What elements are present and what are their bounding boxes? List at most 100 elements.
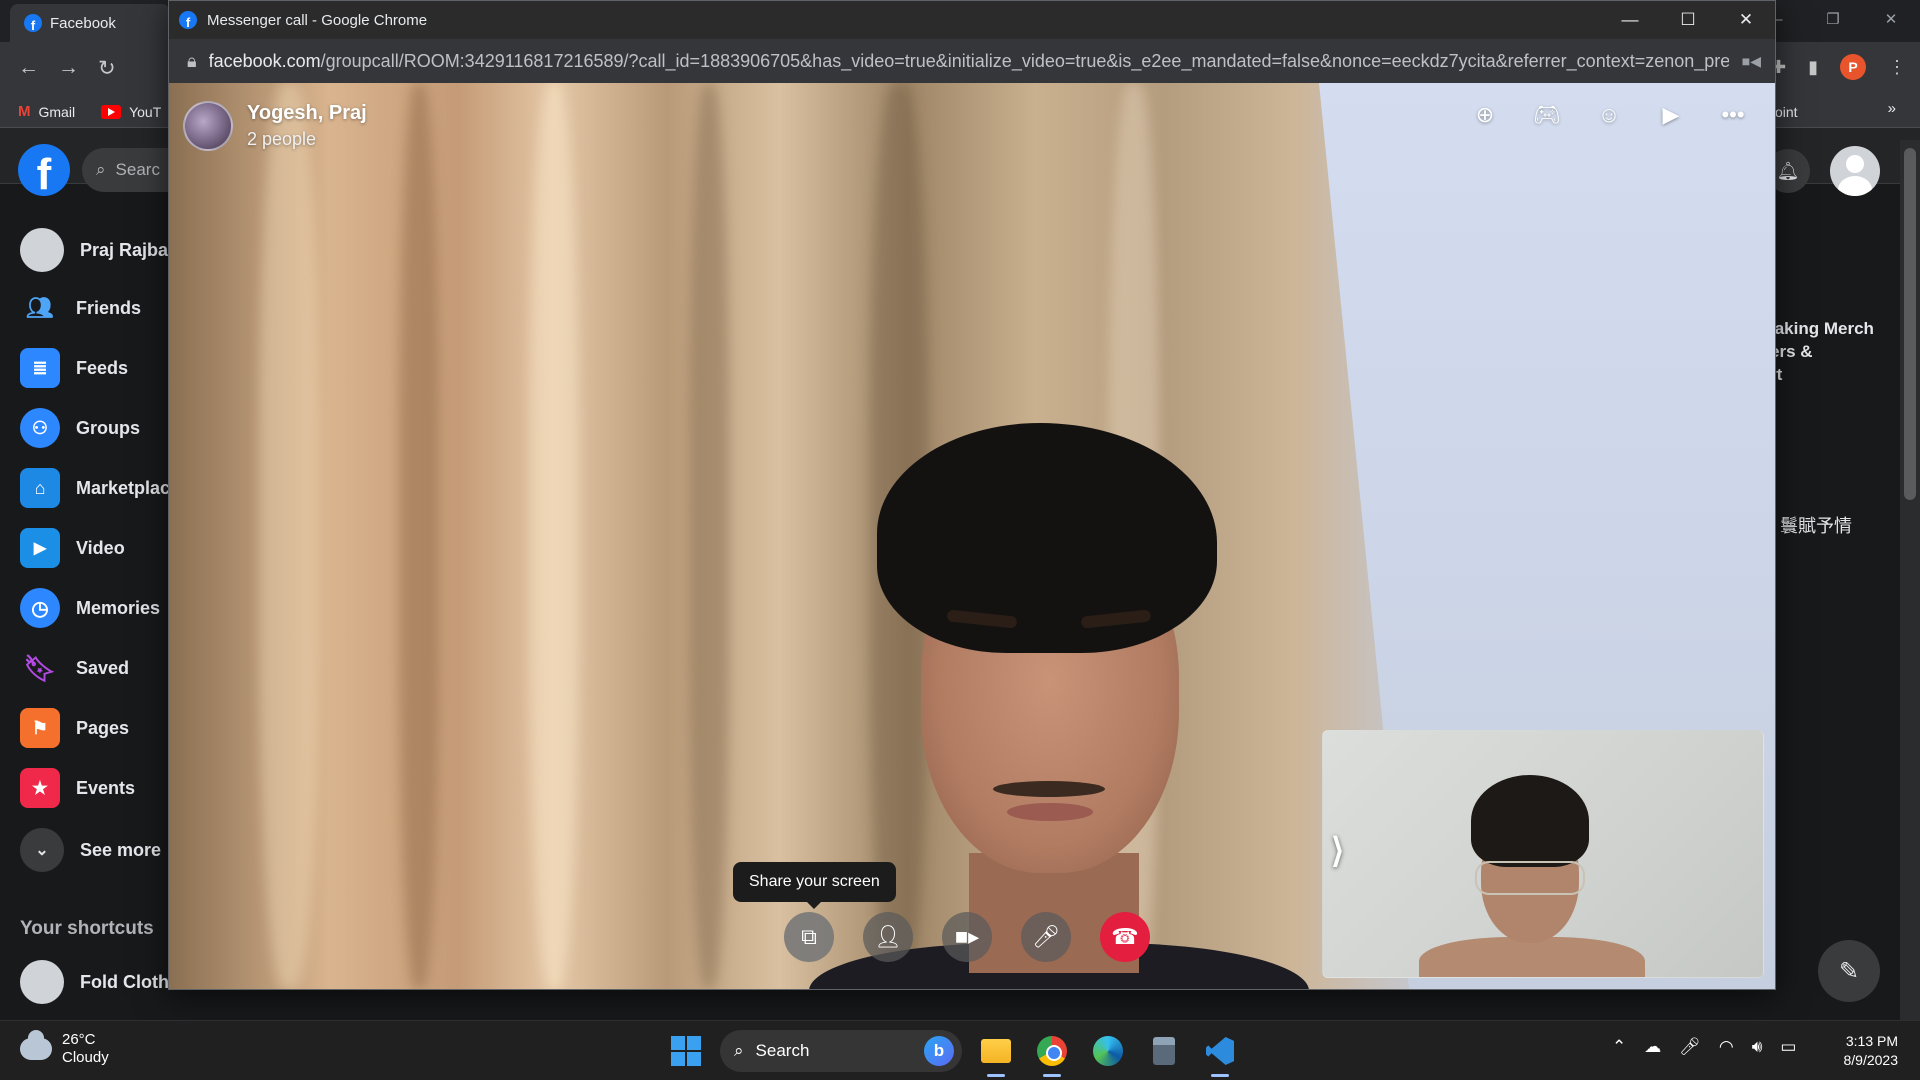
microphone-tray-icon[interactable]: 🎤︎ bbox=[1679, 1037, 1701, 1057]
background-scrollbar-thumb[interactable] bbox=[1904, 148, 1916, 500]
bookmark-gmail[interactable]: M Gmail bbox=[18, 103, 75, 120]
call-participant-names: Yogesh, Praj bbox=[247, 102, 367, 124]
battery-icon[interactable]: ▭ bbox=[1780, 1037, 1796, 1057]
popup-close-button[interactable]: ✕ bbox=[1717, 1, 1775, 39]
sidebar-item-saved[interactable]: 🔖︎ Saved bbox=[20, 648, 129, 688]
bookmark-gmail-label: Gmail bbox=[38, 103, 76, 120]
end-call-button[interactable]: ☎ bbox=[1100, 912, 1150, 962]
popup-url-text[interactable]: facebook.com/groupcall/ROOM:342911681721… bbox=[209, 51, 1729, 72]
sidebar-item-marketplace[interactable]: ⌂ Marketplac bbox=[20, 468, 170, 508]
camera-in-use-icon[interactable]: ■◀ bbox=[1742, 53, 1761, 70]
calculator-icon[interactable] bbox=[1142, 1029, 1186, 1073]
effects-emoji-icon[interactable]: ☺ bbox=[1589, 97, 1629, 133]
bookmark-youtube[interactable]: YouT bbox=[101, 104, 161, 120]
microphone-toggle-button[interactable]: 🎤︎ bbox=[1021, 912, 1071, 962]
games-controller-icon[interactable]: 🎮︎ bbox=[1527, 97, 1567, 133]
popup-minimize-button[interactable]: — bbox=[1601, 1, 1659, 39]
show-hidden-icons-icon[interactable]: ⌃ bbox=[1612, 1037, 1626, 1057]
search-icon: ⌕ bbox=[734, 1041, 744, 1060]
sidebar-item-pages[interactable]: ⚑ Pages bbox=[20, 708, 129, 748]
facebook-logo-icon[interactable]: f bbox=[18, 144, 70, 196]
facebook-favicon-icon: f bbox=[24, 14, 42, 32]
remote-lips bbox=[1007, 803, 1093, 821]
memories-icon: ◷ bbox=[20, 588, 60, 628]
curtain-fold bbox=[689, 83, 729, 989]
group-avatar[interactable] bbox=[183, 101, 233, 151]
remote-mustache bbox=[993, 781, 1105, 797]
weather-widget[interactable]: 26°C Cloudy bbox=[20, 1030, 109, 1067]
file-explorer-icon[interactable] bbox=[974, 1029, 1018, 1077]
popup-window-controls: — ☐ ✕ bbox=[1601, 1, 1775, 39]
sidebar-item-label: Memories bbox=[76, 597, 161, 618]
sidebar-item-profile[interactable]: Praj Rajban bbox=[20, 228, 179, 272]
call-controls: ⧉ 👤︎ ■▸ 🎤︎ ☎ bbox=[784, 912, 1150, 962]
weather-text: 26°C Cloudy bbox=[62, 1031, 109, 1067]
add-person-icon: 👤︎ bbox=[874, 924, 902, 949]
right-column-chinese-text: 鬟賦予情 bbox=[1780, 516, 1852, 536]
popup-titlebar: f Messenger call - Google Chrome — ☐ ✕ bbox=[169, 1, 1775, 39]
popup-maximize-button[interactable]: ☐ bbox=[1659, 1, 1717, 39]
pages-icon: ⚑ bbox=[20, 708, 60, 748]
chrome-icon[interactable] bbox=[1030, 1029, 1074, 1077]
marketplace-icon: ⌂ bbox=[20, 468, 60, 508]
more-options-icon[interactable]: ••• bbox=[1713, 97, 1753, 133]
sidebar-item-groups[interactable]: ⚇ Groups bbox=[20, 408, 140, 448]
curtain-fold bbox=[529, 83, 579, 989]
youtube-icon bbox=[101, 104, 122, 119]
taskbar-clock[interactable]: 3:13 PM 8/9/2023 bbox=[1844, 1032, 1899, 1070]
bookmark-partial-label[interactable]: oint bbox=[1775, 104, 1798, 120]
chrome-menu-icon[interactable]: ⋮ bbox=[1888, 57, 1906, 78]
volume-icon[interactable]: 🔊︎ bbox=[1752, 1037, 1763, 1057]
camera-toggle-button[interactable]: ■▸ bbox=[942, 912, 992, 962]
profile-avatar[interactable]: P bbox=[1840, 54, 1866, 80]
bing-icon[interactable]: b bbox=[924, 1036, 954, 1066]
right-column-partial-text: laking Merch ers & rt bbox=[1770, 319, 1874, 384]
sidebar-item-friends[interactable]: 👥︎ Friends bbox=[20, 288, 141, 328]
collapse-chevron-icon[interactable]: ⟩ bbox=[1331, 831, 1344, 871]
popup-address-bar[interactable]: 🔒︎ facebook.com/groupcall/ROOM:342911681… bbox=[169, 39, 1775, 83]
share-screen-button[interactable]: ⧉ bbox=[784, 912, 834, 962]
chevron-down-icon: ⌄ bbox=[20, 828, 64, 872]
taskbar-search-box[interactable]: ⌕ Search b bbox=[720, 1030, 962, 1072]
sidebar-item-label: Friends bbox=[76, 297, 142, 318]
remote-hair bbox=[877, 423, 1217, 653]
bookmarks-overflow-icon[interactable]: » bbox=[1888, 100, 1896, 117]
vscode-icon[interactable] bbox=[1198, 1029, 1242, 1077]
edge-icon[interactable] bbox=[1086, 1029, 1130, 1073]
video-camera-icon: ■▸ bbox=[954, 924, 980, 949]
events-icon: ★ bbox=[20, 768, 60, 808]
shortcut-item-label: Fold Clothi bbox=[80, 971, 174, 992]
background-close-button[interactable]: ✕ bbox=[1862, 0, 1920, 38]
self-hair bbox=[1471, 775, 1589, 867]
forward-icon[interactable]: → bbox=[58, 56, 79, 80]
sidebar-item-events[interactable]: ★ Events bbox=[20, 768, 135, 808]
self-video-preview[interactable]: ⟩ bbox=[1322, 730, 1764, 978]
hang-up-phone-icon: ☎ bbox=[1111, 924, 1139, 949]
windows-start-icon[interactable] bbox=[664, 1029, 708, 1073]
sidebar-item-memories[interactable]: ◷ Memories bbox=[20, 588, 160, 628]
new-message-icon[interactable]: ✎ bbox=[1818, 940, 1880, 1002]
facebook-header-right: 🔔︎ bbox=[1766, 146, 1880, 196]
weather-description: Cloudy bbox=[62, 1049, 109, 1066]
sidepanel-icon[interactable]: ▮ bbox=[1808, 57, 1818, 78]
sidebar-item-video[interactable]: ▶ Video bbox=[20, 528, 125, 568]
friends-icon: 👥︎ bbox=[26, 295, 54, 320]
wifi-icon[interactable]: ◠ bbox=[1719, 1037, 1734, 1057]
watch-together-icon[interactable]: ▶ bbox=[1651, 97, 1691, 133]
back-icon[interactable]: ← bbox=[18, 56, 39, 80]
account-avatar[interactable] bbox=[1830, 146, 1880, 196]
background-maximize-button[interactable]: ❐ bbox=[1804, 0, 1862, 38]
add-icon[interactable]: ⊕ bbox=[1465, 97, 1505, 133]
background-tab-facebook[interactable]: f Facebook bbox=[10, 4, 170, 42]
sidebar-item-feeds[interactable]: ≣ Feeds bbox=[20, 348, 128, 388]
groups-icon: ⚇ bbox=[20, 408, 60, 448]
reload-icon[interactable]: ↻ bbox=[98, 56, 116, 81]
sidebar-item-see-more[interactable]: ⌄ See more bbox=[20, 828, 161, 872]
sidebar-item-label: See more bbox=[80, 839, 162, 860]
add-people-button[interactable]: 👤︎ bbox=[863, 912, 913, 962]
self-glasses bbox=[1475, 861, 1585, 895]
background-tab-title: Facebook bbox=[50, 14, 116, 32]
onedrive-cloud-icon[interactable]: ☁ bbox=[1644, 1037, 1661, 1057]
shortcut-item[interactable]: Fold Clothi bbox=[20, 960, 174, 1004]
popup-window-title: Messenger call - Google Chrome bbox=[207, 11, 428, 29]
